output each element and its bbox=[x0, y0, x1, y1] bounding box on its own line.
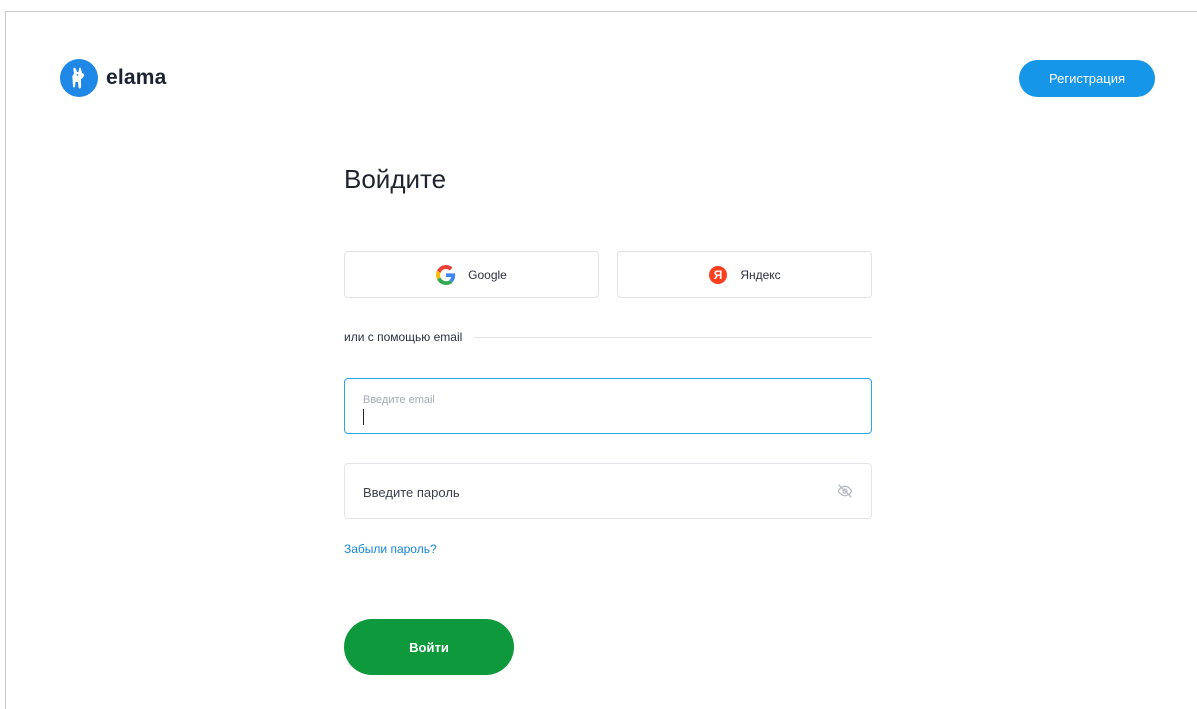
google-icon bbox=[436, 264, 456, 285]
page: elama Регистрация Войдите Google Я Яндек… bbox=[0, 0, 1197, 709]
login-button[interactable]: Войти bbox=[344, 619, 514, 675]
email-field-label: Введите email bbox=[363, 394, 435, 406]
yandex-icon: Я bbox=[708, 265, 728, 285]
llama-logo-icon bbox=[60, 59, 98, 97]
divider-text: или с помощью email bbox=[344, 330, 463, 344]
register-button[interactable]: Регистрация bbox=[1019, 60, 1155, 97]
elama-logo[interactable]: elama bbox=[60, 59, 167, 97]
eye-off-icon[interactable] bbox=[837, 483, 853, 504]
divider-line bbox=[474, 336, 872, 338]
window-border-left bbox=[5, 11, 6, 709]
email-field[interactable]: Введите email bbox=[344, 378, 872, 434]
page-title: Войдите bbox=[344, 164, 447, 194]
logo-text: elama bbox=[106, 66, 167, 89]
password-field[interactable]: Введите пароль bbox=[344, 463, 872, 519]
yandex-icon-letter: Я bbox=[714, 268, 723, 282]
forgot-password-link[interactable]: Забыли пароль? bbox=[344, 542, 437, 556]
password-placeholder: Введите пароль bbox=[363, 485, 460, 500]
email-divider: или с помощью email bbox=[344, 330, 872, 344]
yandex-login-button[interactable]: Я Яндекс bbox=[617, 251, 872, 298]
google-login-button[interactable]: Google bbox=[344, 251, 599, 298]
google-label: Google bbox=[468, 267, 507, 282]
window-border-top bbox=[5, 11, 1197, 12]
yandex-label: Яндекс bbox=[740, 267, 781, 282]
text-cursor bbox=[363, 409, 364, 425]
